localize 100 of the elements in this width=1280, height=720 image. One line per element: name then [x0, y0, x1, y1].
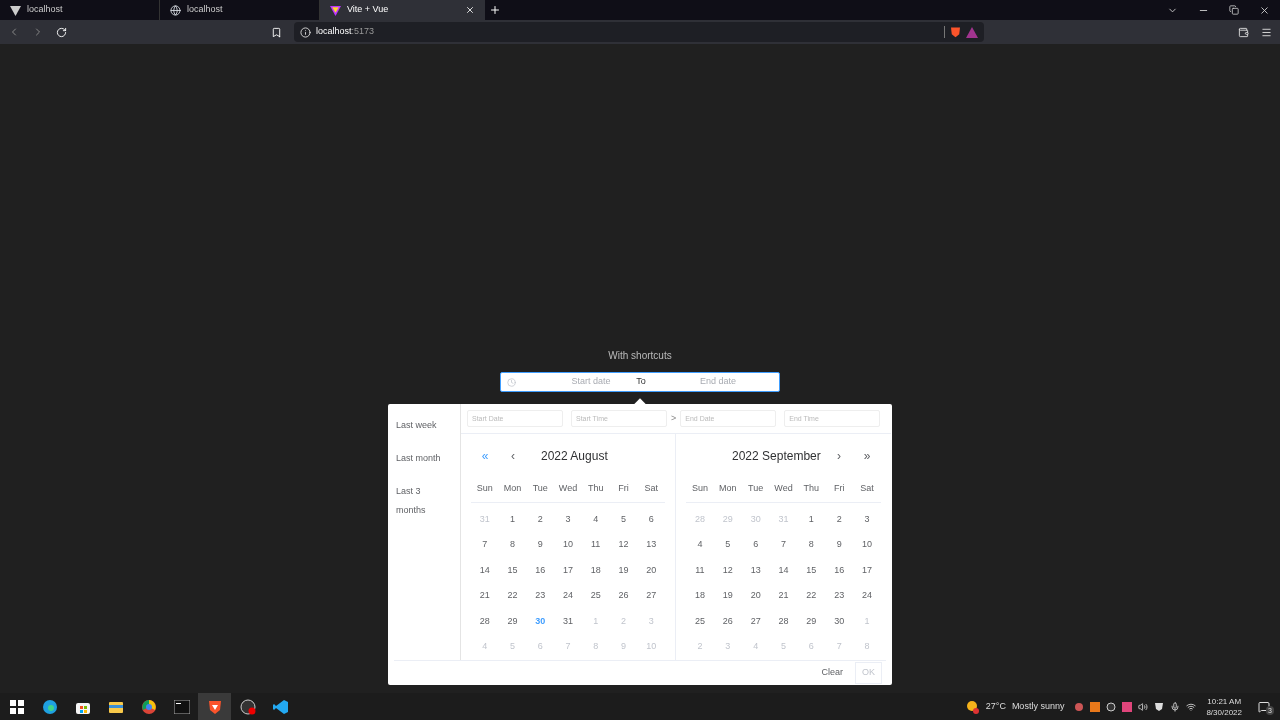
calendar-day[interactable]: 13: [750, 563, 761, 577]
weekday-label: Tue: [747, 482, 765, 495]
calendar-day[interactable]: 3: [565, 512, 571, 526]
shield-icon[interactable]: [1154, 701, 1165, 712]
calendar-day[interactable]: 11: [591, 538, 601, 552]
field-arrow: >: [671, 411, 677, 425]
calendar-day[interactable]: 25: [694, 614, 705, 628]
tray-app-icon[interactable]: [1106, 701, 1117, 712]
close-icon[interactable]: [1259, 4, 1270, 16]
calendar-day[interactable]: 10: [862, 538, 873, 552]
calendar-day[interactable]: 5: [620, 512, 626, 526]
calendar-day[interactable]: 21: [479, 589, 490, 603]
bookmark-icon[interactable]: [271, 26, 282, 38]
calendar-day[interactable]: 17: [862, 563, 873, 577]
shortcut-link[interactable]: Last 3 months: [396, 482, 448, 520]
restore-icon[interactable]: [1229, 5, 1239, 15]
calendar-day[interactable]: 22: [507, 589, 518, 603]
calendar-day[interactable]: 18: [590, 563, 601, 577]
browser-tab[interactable]: Vite + Vue: [320, 0, 485, 20]
calendar-day[interactable]: 8: [808, 538, 814, 552]
clock-time[interactable]: 10:21 AM: [1207, 695, 1242, 707]
calendar-day[interactable]: 29: [806, 614, 817, 628]
calendar-day[interactable]: 20: [646, 563, 657, 577]
month-title: 2022 September: [732, 448, 821, 465]
calendar-day[interactable]: 23: [834, 589, 845, 603]
menu-icon[interactable]: [1261, 26, 1272, 38]
calendar-day[interactable]: 6: [648, 512, 654, 526]
previous-month-button[interactable]: ‹: [499, 447, 527, 465]
calendar-day[interactable]: 19: [722, 589, 733, 603]
close-icon[interactable]: [465, 5, 475, 15]
calendar-day[interactable]: 28: [778, 614, 789, 628]
calendar-day[interactable]: 24: [563, 589, 573, 603]
url-text: localhost:5173: [316, 25, 376, 39]
calendar-day[interactable]: 8: [510, 538, 516, 552]
next-month-button[interactable]: ›: [825, 447, 853, 465]
calendar-day[interactable]: 30: [834, 614, 845, 628]
weekday-label: Mon: [502, 482, 523, 495]
calendar-day[interactable]: 26: [618, 589, 629, 603]
microphone-icon[interactable]: [1170, 701, 1181, 712]
calendar-day[interactable]: 31: [563, 614, 573, 628]
shortcut-link[interactable]: Last month: [396, 449, 448, 468]
calendar-day[interactable]: 2: [836, 512, 842, 526]
logo-icon: [330, 4, 341, 16]
weekday-label: Wed: [773, 482, 794, 495]
weather-icon[interactable]: [965, 699, 980, 714]
calendar-day[interactable]: 19: [618, 563, 629, 577]
address-bar[interactable]: localhost:5173: [294, 22, 984, 42]
calendar-day[interactable]: 1: [510, 512, 516, 526]
calendar-day[interactable]: 4: [593, 512, 599, 526]
calendar-day[interactable]: 24: [862, 589, 873, 603]
date-range-input[interactable]: Start date To End date: [500, 372, 780, 392]
calendar-day[interactable]: 1: [808, 512, 814, 526]
speaker-icon[interactable]: [1138, 701, 1149, 712]
calendar-day[interactable]: 28: [479, 614, 490, 628]
temperature-text: 27°C: [985, 699, 1006, 713]
next-year-button[interactable]: »: [853, 447, 881, 465]
calendar-day[interactable]: 20: [750, 589, 761, 603]
calendar-day[interactable]: 29: [507, 614, 518, 628]
calendar-day[interactable]: 17: [563, 563, 573, 577]
calendar-day[interactable]: 12: [722, 563, 733, 577]
calendar-day[interactable]: 14: [778, 563, 789, 577]
calendar-day[interactable]: 7: [482, 538, 488, 552]
tab-title: localhost: [187, 3, 224, 17]
calendar-day[interactable]: 23: [535, 589, 546, 603]
calendar-day[interactable]: 16: [834, 563, 845, 577]
calendar-day[interactable]: 4: [697, 538, 703, 552]
shortcut-link[interactable]: Last week: [396, 416, 448, 435]
calendar-day[interactable]: 11: [695, 563, 705, 577]
weekday-label: Sun: [690, 482, 709, 495]
calendar-day[interactable]: 10: [563, 538, 573, 552]
calendar-day[interactable]: 21: [778, 589, 789, 603]
calendar-day[interactable]: 2: [537, 512, 543, 526]
calendar-day[interactable]: 14: [479, 563, 490, 577]
calendar-day[interactable]: 12: [618, 538, 629, 552]
calendar-day[interactable]: 13: [646, 538, 657, 552]
calendar-day[interactable]: 5: [725, 538, 731, 552]
calendar-day[interactable]: 27: [750, 614, 761, 628]
calendar-day[interactable]: 25: [590, 589, 601, 603]
calendar-day[interactable]: 15: [507, 563, 518, 577]
calendar-day[interactable]: 16: [535, 563, 546, 577]
calendar-day[interactable]: 27: [646, 589, 657, 603]
calendar-day[interactable]: 7: [781, 538, 786, 552]
calendar-day[interactable]: 9: [537, 538, 543, 552]
tray-app-icon[interactable]: [1090, 701, 1101, 712]
calendar-day[interactable]: 6: [753, 538, 759, 552]
triangle-icon[interactable]: [966, 26, 978, 38]
calendar-day[interactable]: 22: [806, 589, 817, 603]
clock-date[interactable]: 8/30/2022: [1206, 706, 1242, 718]
clear-button[interactable]: Clear: [817, 666, 847, 680]
range-separator: To: [636, 375, 646, 389]
end-date-placeholder: End date: [699, 375, 737, 389]
wallet-icon[interactable]: [1238, 26, 1249, 38]
new-tab-icon[interactable]: [489, 4, 501, 16]
calendar-day[interactable]: 15: [806, 563, 817, 577]
calendar-day[interactable]: 9: [836, 538, 842, 552]
calendar-day[interactable]: 26: [722, 614, 733, 628]
calendar-day[interactable]: 3: [864, 512, 870, 526]
reload-icon[interactable]: [56, 26, 67, 38]
network-icon[interactable]: [1186, 701, 1197, 712]
calendar-day[interactable]: 18: [694, 589, 705, 603]
